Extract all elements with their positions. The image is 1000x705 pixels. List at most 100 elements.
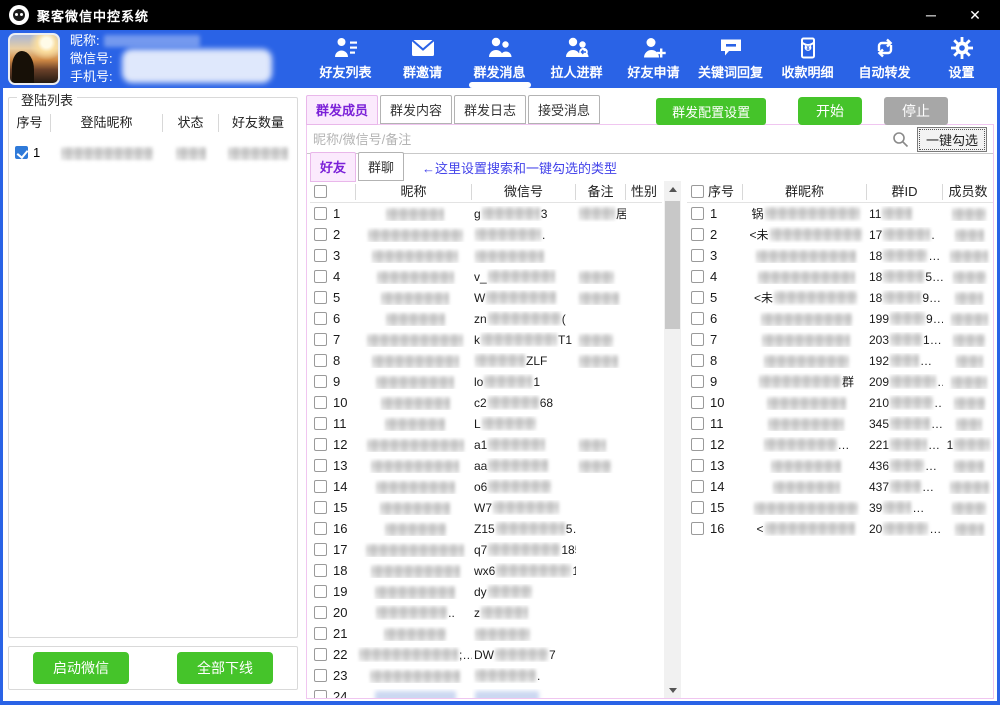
row-checkbox[interactable] (314, 396, 327, 409)
scroll-up-icon[interactable] (664, 181, 681, 197)
all-offline-button[interactable]: 全部下线 (177, 652, 273, 684)
table-row[interactable]: 9群209… (687, 371, 993, 392)
subtab-friends[interactable]: 好友 (310, 152, 356, 182)
nav-item-friend-list[interactable]: 好友列表 (307, 30, 384, 88)
scroll-down-icon[interactable] (664, 682, 681, 698)
row-checkbox[interactable] (314, 501, 327, 514)
table-row[interactable]: 11L (310, 413, 662, 434)
close-button[interactable]: ✕ (958, 0, 992, 30)
row-checkbox[interactable] (314, 417, 327, 430)
table-row[interactable]: 14437… (687, 476, 993, 497)
row-checkbox[interactable] (314, 480, 327, 493)
row-checkbox[interactable] (314, 627, 327, 640)
row-checkbox[interactable] (314, 270, 327, 283)
row-checkbox[interactable] (314, 228, 327, 241)
stop-button[interactable]: 停止 (884, 97, 948, 125)
row-checkbox[interactable] (314, 333, 327, 346)
table-row[interactable]: 1g3居… (310, 203, 662, 224)
minimize-button[interactable]: ─ (914, 0, 948, 30)
table-row[interactable]: 61999… (687, 308, 993, 329)
table-row[interactable]: 2. (310, 224, 662, 245)
table-row[interactable]: 13aa (310, 455, 662, 476)
row-checkbox[interactable] (314, 375, 327, 388)
row-checkbox[interactable] (691, 417, 704, 430)
row-checkbox[interactable] (691, 207, 704, 220)
table-row[interactable]: 22;…DW7 (310, 644, 662, 665)
table-row[interactable]: 318… (687, 245, 993, 266)
tab-mass-log[interactable]: 群发日志 (454, 95, 526, 124)
row-checkbox[interactable] (691, 375, 704, 388)
table-row[interactable]: 8ZLF (310, 350, 662, 371)
table-row[interactable]: 18wx61111 (310, 560, 662, 581)
row-checkbox[interactable] (691, 396, 704, 409)
row-checkbox[interactable] (691, 480, 704, 493)
nav-item-keyword-reply[interactable]: 关键词回复 (692, 30, 769, 88)
table-row[interactable]: 2<未17. (687, 224, 993, 245)
table-row[interactable]: 3 (310, 245, 662, 266)
row-checkbox[interactable] (314, 459, 327, 472)
nav-item-settings[interactable]: 设置 (923, 30, 1000, 88)
row-checkbox[interactable] (691, 228, 704, 241)
table-row[interactable]: 24 (310, 686, 662, 698)
table-row[interactable]: 16<20… (687, 518, 993, 539)
row-checkbox[interactable] (691, 354, 704, 367)
tab-receive-message[interactable]: 接受消息 (528, 95, 600, 124)
table-row[interactable]: 16Z155… (310, 518, 662, 539)
start-wechat-button[interactable]: 启动微信 (33, 652, 129, 684)
row-checkbox[interactable] (314, 291, 327, 304)
mass-config-button[interactable]: 群发配置设置 (656, 98, 766, 125)
search-input[interactable] (313, 132, 892, 147)
row-checkbox[interactable] (691, 270, 704, 283)
row-checkbox[interactable] (691, 438, 704, 451)
table-row[interactable]: 12a1 (310, 434, 662, 455)
table-row[interactable]: 1锅11 (687, 203, 993, 224)
table-row[interactable]: 6zn( (310, 308, 662, 329)
nav-item-auto-forward[interactable]: 自动转发 (846, 30, 923, 88)
table-row[interactable]: 15W7 (310, 497, 662, 518)
row-checkbox[interactable] (314, 543, 327, 556)
row-checkbox[interactable] (691, 291, 704, 304)
nav-item-pull-into-group[interactable]: 拉人进群 (538, 30, 615, 88)
table-row[interactable]: 20..z (310, 602, 662, 623)
row-checkbox[interactable] (314, 648, 327, 661)
table-row[interactable]: 13436… (687, 455, 993, 476)
table-row[interactable]: 1539… (687, 497, 993, 518)
row-checkbox[interactable] (314, 690, 327, 698)
table-row[interactable]: 4v_ (310, 266, 662, 287)
subtab-group-chat[interactable]: 群聊 (358, 152, 404, 181)
row-checkbox[interactable] (314, 207, 327, 220)
table-row[interactable]: 14o6 (310, 476, 662, 497)
row-checkbox[interactable] (691, 501, 704, 514)
row-checkbox[interactable] (314, 522, 327, 535)
row-checkbox[interactable] (314, 438, 327, 451)
nav-item-payment-detail[interactable]: ¥收款明细 (769, 30, 846, 88)
row-checkbox[interactable] (314, 606, 327, 619)
table-row[interactable]: 10c268 (310, 392, 662, 413)
row-checkbox[interactable] (691, 249, 704, 262)
row-checkbox[interactable] (314, 585, 327, 598)
table-row[interactable]: 72031… (687, 329, 993, 350)
login-table-row[interactable]: 1 (9, 140, 297, 164)
login-row-checkbox[interactable] (15, 146, 28, 159)
nav-item-mass-message[interactable]: 群发消息 (461, 30, 538, 88)
table-row[interactable]: 4185… (687, 266, 993, 287)
table-row[interactable]: 23. (310, 665, 662, 686)
table-row[interactable]: 10210… (687, 392, 993, 413)
table-row[interactable]: 12…221…1 (687, 434, 993, 455)
row-checkbox[interactable] (314, 669, 327, 682)
tab-mass-members[interactable]: 群发成员 (306, 95, 378, 125)
friends-table-scrollbar[interactable] (664, 181, 681, 698)
table-row[interactable]: 9lo1 (310, 371, 662, 392)
table-row[interactable]: 5<未189… (687, 287, 993, 308)
row-checkbox[interactable] (691, 333, 704, 346)
row-checkbox[interactable] (691, 312, 704, 325)
table-row[interactable]: 8192… (687, 350, 993, 371)
nav-item-friend-request[interactable]: 好友申请 (615, 30, 692, 88)
table-row[interactable]: 21 (310, 623, 662, 644)
row-checkbox[interactable] (314, 564, 327, 577)
select-all-checkbox[interactable] (314, 185, 327, 198)
table-row[interactable]: 11345… (687, 413, 993, 434)
select-all-button[interactable]: 一键勾选 (917, 127, 987, 152)
row-checkbox[interactable] (691, 522, 704, 535)
table-row[interactable]: 17q7185 (310, 539, 662, 560)
